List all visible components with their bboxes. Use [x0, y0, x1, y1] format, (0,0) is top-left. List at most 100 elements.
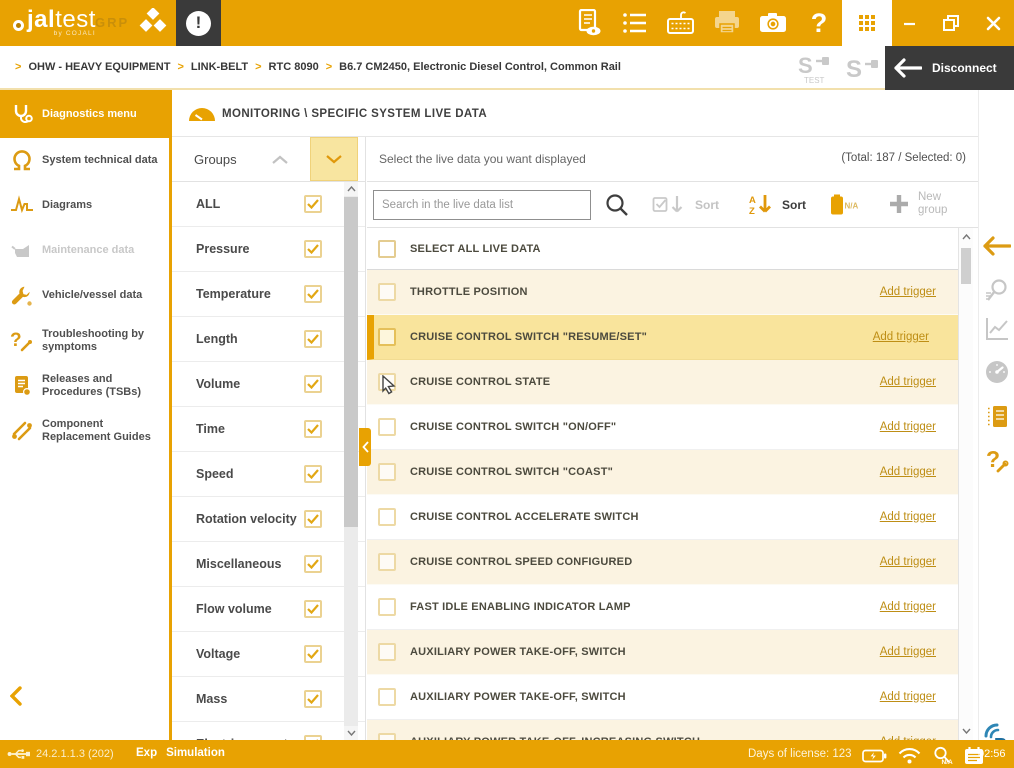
back-arrow-icon[interactable] — [979, 236, 1014, 256]
live-data-row[interactable]: CRUISE CONTROL SWITCH "COAST"Add trigger — [367, 450, 958, 495]
row-checkbox[interactable] — [378, 553, 396, 571]
add-trigger-link[interactable]: Add trigger — [880, 421, 936, 433]
scroll-down-icon[interactable] — [959, 724, 973, 738]
row-checkbox[interactable] — [378, 598, 396, 616]
group-checkbox[interactable] — [304, 600, 322, 618]
live-data-row[interactable]: AUXILIARY POWER TAKE-OFF, INCREASING SWI… — [367, 720, 958, 740]
row-checkbox[interactable] — [378, 508, 396, 526]
group-row-length[interactable]: Length — [172, 317, 365, 362]
live-data-row[interactable]: THROTTLE POSITIONAdd trigger — [367, 270, 958, 315]
scroll-up-icon[interactable] — [959, 230, 973, 244]
add-trigger-link[interactable]: Add trigger — [873, 331, 929, 343]
row-checkbox[interactable] — [378, 418, 396, 436]
live-data-row[interactable]: AUXILIARY POWER TAKE-OFF, SWITCHAdd trig… — [367, 675, 958, 720]
cubes-icon[interactable] — [136, 8, 170, 38]
row-checkbox[interactable] — [378, 733, 396, 740]
sidebar-item-vehicle-vessel-data[interactable]: Vehicle/vessel data — [0, 273, 169, 318]
group-checkbox[interactable] — [304, 510, 322, 528]
group-checkbox[interactable] — [304, 375, 322, 393]
new-group-button[interactable]: New group — [888, 191, 962, 217]
row-checkbox[interactable] — [378, 463, 396, 481]
group-row-electric-current[interactable]: Electric current — [172, 722, 365, 740]
close-icon[interactable] — [972, 0, 1014, 46]
breadcrumb-item[interactable]: RTC 8090 — [269, 61, 319, 73]
sidebar-item-releases-and-procedures-tsbs[interactable]: Releases and Procedures (TSBs) — [0, 363, 169, 408]
live-data-row[interactable]: AUXILIARY POWER TAKE-OFF, SWITCHAdd trig… — [367, 630, 958, 675]
report-icon[interactable] — [566, 0, 612, 46]
group-checkbox[interactable] — [304, 555, 322, 573]
group-checkbox[interactable] — [304, 240, 322, 258]
group-checkbox[interactable] — [304, 330, 322, 348]
add-trigger-link[interactable]: Add trigger — [880, 556, 936, 568]
add-trigger-link[interactable]: Add trigger — [880, 601, 936, 613]
minimize-icon[interactable] — [888, 0, 930, 46]
select-all-row[interactable]: SELECT ALL LIVE DATA — [367, 228, 958, 270]
group-row-all[interactable]: ALL — [172, 182, 365, 227]
add-trigger-link[interactable]: Add trigger — [880, 286, 936, 298]
camera-icon[interactable] — [750, 0, 796, 46]
help-icon[interactable]: ? — [796, 0, 842, 46]
search-input[interactable] — [373, 190, 591, 220]
live-data-row[interactable]: FAST IDLE ENABLING INDICATOR LAMPAdd tri… — [367, 585, 958, 630]
sidebar-item-troubleshooting-by-symptoms[interactable]: ?Troubleshooting by symptoms — [0, 318, 169, 363]
group-checkbox[interactable] — [304, 195, 322, 213]
group-checkbox[interactable] — [304, 465, 322, 483]
group-row-temperature[interactable]: Temperature — [172, 272, 365, 317]
restore-icon[interactable] — [930, 0, 972, 46]
group-row-volume[interactable]: Volume — [172, 362, 365, 407]
scrollbar-thumb[interactable] — [344, 197, 358, 527]
keyboard-icon[interactable] — [658, 0, 704, 46]
add-trigger-link[interactable]: Add trigger — [880, 466, 936, 478]
list-icon[interactable] — [612, 0, 658, 46]
sidebar-item-diagnostics-menu[interactable]: Diagnostics menu — [0, 90, 169, 138]
add-trigger-link[interactable]: Add trigger — [880, 646, 936, 658]
groups-collapse-tab[interactable] — [359, 428, 371, 466]
sidebar-item-component-replacement-guides[interactable]: Component Replacement Guides — [0, 408, 169, 453]
group-checkbox[interactable] — [304, 645, 322, 663]
report-list-icon[interactable] — [979, 404, 1014, 430]
breadcrumb-item[interactable]: B6.7 CM2450, Electronic Diesel Control, … — [339, 61, 621, 73]
group-row-time[interactable]: Time — [172, 407, 365, 452]
add-trigger-link[interactable]: Add trigger — [880, 376, 936, 388]
add-trigger-link[interactable]: Add trigger — [880, 511, 936, 523]
group-row-miscellaneous[interactable]: Miscellaneous — [172, 542, 365, 587]
alert-tile-button[interactable]: ! — [176, 0, 221, 46]
guided-help-icon[interactable]: ? — [979, 447, 1014, 474]
group-checkbox[interactable] — [304, 285, 322, 303]
row-checkbox[interactable] — [378, 643, 396, 661]
scroll-down-icon[interactable] — [344, 726, 358, 740]
scrollbar-thumb[interactable] — [961, 248, 971, 284]
group-row-speed[interactable]: Speed — [172, 452, 365, 497]
scroll-up-icon[interactable] — [344, 182, 358, 196]
select-all-checkbox[interactable] — [378, 240, 396, 258]
group-checkbox[interactable] — [304, 690, 322, 708]
row-checkbox[interactable] — [378, 328, 396, 346]
search-icon[interactable] — [604, 192, 630, 218]
breadcrumb-item[interactable]: OHW - HEAVY EQUIPMENT — [28, 61, 170, 73]
live-data-row[interactable]: CRUISE CONTROL SPEED CONFIGUREDAdd trigg… — [367, 540, 958, 585]
live-data-row[interactable]: CRUISE CONTROL SWITCH "RESUME/SET"Add tr… — [367, 315, 958, 360]
big-chevron-left-icon[interactable] — [10, 686, 22, 706]
live-data-row[interactable]: CRUISE CONTROL STATEAdd trigger — [367, 360, 958, 405]
sidebar-item-system-technical-data[interactable]: System technical data — [0, 138, 169, 183]
group-row-pressure[interactable]: Pressure — [172, 227, 365, 272]
live-data-row[interactable]: CRUISE CONTROL ACCELERATE SWITCHAdd trig… — [367, 495, 958, 540]
group-row-rotation-velocity[interactable]: Rotation velocity — [172, 497, 365, 542]
row-checkbox[interactable] — [378, 688, 396, 706]
groups-expand-button[interactable] — [310, 137, 358, 181]
apps-grid-icon[interactable] — [842, 0, 892, 46]
group-row-flow-volume[interactable]: Flow volume — [172, 587, 365, 632]
group-row-voltage[interactable]: Voltage — [172, 632, 365, 677]
list-scrollbar[interactable] — [958, 228, 973, 740]
group-checkbox[interactable] — [304, 420, 322, 438]
live-data-row[interactable]: CRUISE CONTROL SWITCH "ON/OFF"Add trigge… — [367, 405, 958, 450]
chevron-up-icon[interactable] — [272, 155, 288, 164]
groups-scrollbar[interactable] — [344, 182, 358, 740]
na-filter-icon[interactable]: N/A — [830, 194, 864, 216]
sort-az-button[interactable]: AZ Sort — [748, 193, 806, 216]
row-checkbox[interactable] — [378, 283, 396, 301]
breadcrumb-item[interactable]: LINK-BELT — [191, 61, 248, 73]
add-trigger-link[interactable]: Add trigger — [880, 691, 936, 703]
disconnect-button[interactable]: Disconnect — [885, 46, 1014, 90]
sidebar-item-diagrams[interactable]: Diagrams — [0, 183, 169, 228]
